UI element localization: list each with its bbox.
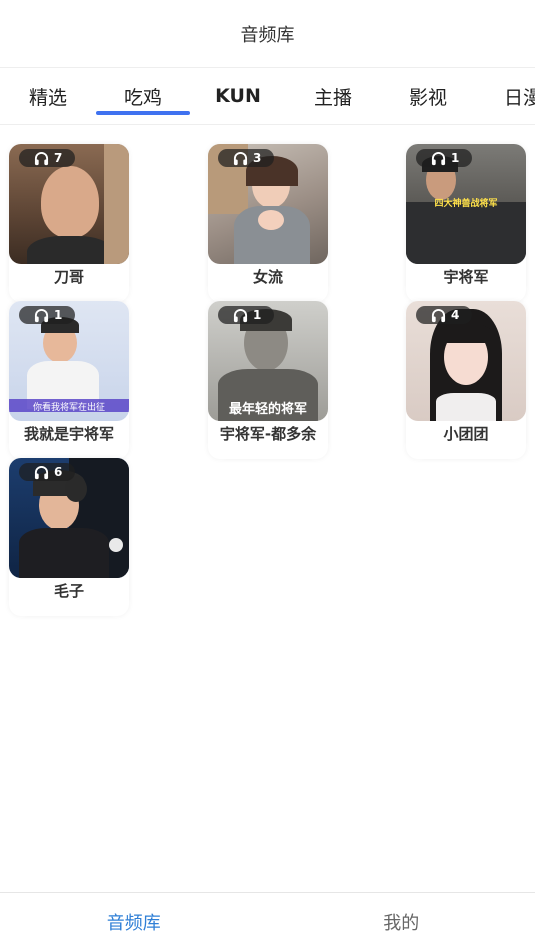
headphones-icon <box>34 465 49 479</box>
card-thumbnail: 6 <box>9 458 129 578</box>
play-count: 7 <box>54 151 63 165</box>
play-count: 6 <box>54 465 63 479</box>
overlay-caption: 四大神兽战将军 <box>434 199 498 209</box>
card-title: 小团团 <box>443 425 489 443</box>
page-title: 音频库 <box>240 24 295 46</box>
play-count: 1 <box>253 308 262 322</box>
audio-card[interactable]: 6 毛子 <box>9 458 129 616</box>
headphones-icon <box>233 308 248 322</box>
card-thumbnail: 4 <box>406 301 526 421</box>
card-title: 女流 <box>252 268 283 286</box>
headphones-icon <box>233 151 248 165</box>
audio-card[interactable]: 7 刀哥 <box>9 144 129 302</box>
nav-audio-library[interactable]: 音频库 <box>0 893 268 951</box>
nav-label: 音频库 <box>106 913 161 934</box>
play-count: 1 <box>54 308 63 322</box>
card-title: 我就是宇将军 <box>23 425 114 443</box>
tab-label: KUN <box>215 85 261 107</box>
play-count-badge: 7 <box>19 149 75 167</box>
audio-card[interactable]: 四大神兽战将军 1 宇将军 <box>406 144 526 302</box>
headphones-icon <box>34 308 49 322</box>
card-thumbnail: 最年轻的将军 1 <box>208 301 328 421</box>
card-thumbnail: 你看我将军在出征 1 <box>9 301 129 421</box>
active-tab-indicator <box>96 111 190 115</box>
audio-card[interactable]: 4 小团团 <box>406 301 526 459</box>
play-count: 3 <box>253 151 262 165</box>
card-thumbnail: 3 <box>208 144 328 264</box>
audio-card[interactable]: 你看我将军在出征 1 我就是宇将军 <box>9 301 129 459</box>
card-thumbnail: 7 <box>9 144 129 264</box>
play-count-badge: 3 <box>218 149 274 167</box>
card-thumbnail: 四大神兽战将军 1 <box>406 144 526 264</box>
play-count-badge: 1 <box>218 306 274 324</box>
play-count-badge: 1 <box>416 149 472 167</box>
tab-label: 影视 <box>408 86 447 109</box>
tab-chiji[interactable]: 吃鸡 <box>95 68 191 124</box>
play-count-badge: 1 <box>19 306 75 324</box>
nav-label: 我的 <box>383 913 420 934</box>
tab-label: 吃鸡 <box>123 86 162 109</box>
card-title: 刀哥 <box>53 268 84 286</box>
tab-label: 日漫 <box>503 86 535 109</box>
category-tab-bar: 精选 吃鸡 KUN 主播 影视 日漫 <box>0 68 535 125</box>
card-title: 毛子 <box>53 582 84 600</box>
play-count-badge: 6 <box>19 463 75 481</box>
headphones-icon <box>431 151 446 165</box>
card-title: 宇将军-都多余 <box>219 425 317 443</box>
card-title: 宇将军 <box>443 268 489 286</box>
tab-label: 主播 <box>313 86 352 109</box>
tab-zhubo[interactable]: 主播 <box>285 68 381 124</box>
top-header: 音频库 <box>0 0 535 68</box>
overlay-caption: 你看我将军在出征 <box>32 403 105 413</box>
tab-riman[interactable]: 日漫 <box>475 68 535 124</box>
tab-kun[interactable]: KUN <box>190 68 286 124</box>
tab-label: 精选 <box>28 86 67 109</box>
play-count: 1 <box>451 151 460 165</box>
headphones-icon <box>431 308 446 322</box>
overlay-caption: 最年轻的将军 <box>228 402 307 417</box>
audio-card[interactable]: 最年轻的将军 1 宇将军-都多余 <box>208 301 328 459</box>
tab-jingxuan[interactable]: 精选 <box>0 68 96 124</box>
headphones-icon <box>34 151 49 165</box>
play-count-badge: 4 <box>416 306 472 324</box>
audio-card[interactable]: 3 女流 <box>208 144 328 302</box>
play-count: 4 <box>451 308 460 322</box>
nav-mine[interactable]: 我的 <box>268 893 535 951</box>
tab-yingshi[interactable]: 影视 <box>380 68 476 124</box>
bottom-navigation: 音频库 我的 <box>0 892 535 951</box>
